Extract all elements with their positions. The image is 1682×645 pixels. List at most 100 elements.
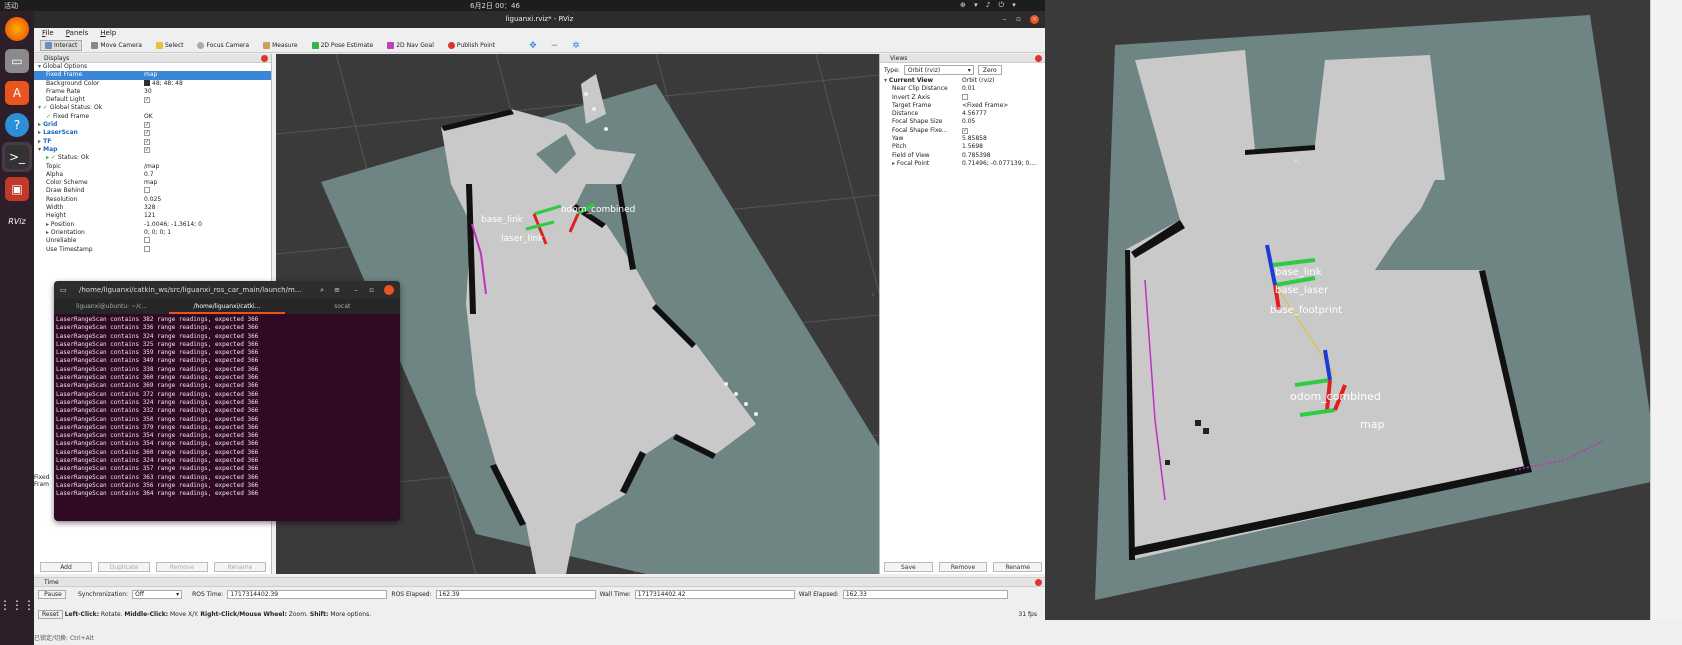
display-property-row-value[interactable]: ✓ <box>144 96 150 104</box>
reset-button[interactable]: Reset <box>38 610 63 619</box>
clock[interactable]: 6月2日 00：46 <box>470 1 520 11</box>
sync-select[interactable]: Off ▾ <box>132 590 183 599</box>
view-property-row[interactable]: ▾ Current View Orbit (rviz) <box>880 77 1045 85</box>
terminal-tab-active[interactable]: /home/liguanxi/catki... <box>169 299 285 314</box>
display-property-row-value[interactable]: 48; 48; 48 <box>144 80 183 88</box>
hamburger-icon[interactable]: ≡ <box>334 281 340 299</box>
rviz-icon[interactable]: RViz <box>5 209 29 233</box>
activities-button[interactable]: 活动 <box>4 1 18 11</box>
terminal-window[interactable]: ▭ /home/liguanxi/catkin_ws/src/liguanxi_… <box>54 281 400 521</box>
view-property-row[interactable]: Distance 4.56777 <box>880 110 1045 118</box>
terminal-menu-icon[interactable]: ▭ <box>60 281 67 299</box>
display-property-row-value[interactable]: map <box>144 179 157 187</box>
view-property-row-value[interactable]: 0.05 <box>962 118 975 126</box>
display-property-row-value[interactable]: ✓ <box>144 129 150 137</box>
close-icon[interactable] <box>1035 55 1042 62</box>
checkbox[interactable]: ✓ <box>962 127 968 134</box>
displays-tree[interactable]: ▾ Global Options Fixed Frame map Background… <box>34 63 271 254</box>
menu-help[interactable]: Help <box>100 28 116 39</box>
display-property-row[interactable]: ▾ Map ✓ <box>34 146 271 154</box>
view-property-row[interactable]: Target Frame <Fixed Frame> <box>880 102 1045 110</box>
display-property-row[interactable]: ▸ Position -1.0046; -1.3614; 0 <box>34 221 271 229</box>
tool-options-icon[interactable]: ✲ <box>567 39 585 53</box>
add-button[interactable]: Add <box>40 562 92 572</box>
view-property-row-value[interactable]: 1.5698 <box>962 143 983 151</box>
minimize-icon[interactable]: – <box>355 281 359 299</box>
display-property-row-value[interactable]: ✓ <box>144 138 150 146</box>
display-property-row[interactable]: Use Timestamp <box>34 245 271 255</box>
display-property-row-value[interactable]: map <box>144 71 157 79</box>
checkbox[interactable]: ✓ <box>144 97 150 104</box>
terminal-output[interactable]: LaserRangeScan contains 382 range readin… <box>54 314 400 501</box>
apps-grid-icon[interactable]: ⋮⋮⋮ <box>0 593 35 617</box>
display-property-row[interactable]: ▸ Grid ✓ <box>34 121 271 129</box>
splitter-handle[interactable]: ▸ <box>872 291 878 303</box>
pause-button[interactable]: Pause <box>38 590 66 599</box>
terminal-tab[interactable]: liguanxi@ubuntu: ~/c... <box>54 299 169 314</box>
display-property-row-value[interactable]: ✓ <box>144 146 150 154</box>
view-type-select[interactable]: Orbit (rviz) ▾ <box>903 65 974 75</box>
view-property-row-value[interactable]: Orbit (rviz) <box>962 77 994 85</box>
display-property-row[interactable]: Background Color 48; 48; 48 <box>34 80 271 88</box>
checkbox[interactable]: ✓ <box>144 122 150 129</box>
display-property-row[interactable]: Frame Rate 30 <box>34 88 271 96</box>
view-property-row-value[interactable]: 0.785398 <box>962 152 991 160</box>
maximize-icon[interactable]: ▫ <box>369 281 374 299</box>
files-icon[interactable]: ▭ <box>5 49 29 73</box>
display-property-row[interactable]: ▾ Global Options <box>34 63 271 71</box>
remove-tool-icon[interactable]: − <box>546 39 564 53</box>
checkbox[interactable] <box>962 93 968 100</box>
menu-file[interactable]: File <box>42 28 54 39</box>
view-property-row[interactable]: ▸ Focal Point 0.71496; -0.077139; 0.... <box>880 160 1045 168</box>
display-property-row-value[interactable]: 328 <box>144 204 155 212</box>
display-property-row[interactable]: Resolution 0.025 <box>34 196 271 204</box>
display-property-row-value[interactable]: 0.025 <box>144 196 161 204</box>
tool-2d-nav-goal[interactable]: 2D Nav Goal <box>382 40 439 51</box>
display-property-row[interactable]: Topic/map <box>34 163 271 171</box>
checkbox[interactable] <box>144 187 150 194</box>
display-property-row[interactable]: ▸ TF ✓ <box>34 138 271 146</box>
display-property-row-value[interactable] <box>144 245 150 255</box>
display-property-row-value[interactable]: OK <box>144 113 153 121</box>
terminal-icon[interactable]: >_ <box>5 145 29 169</box>
view-property-row[interactable]: Near Clip Distance 0.01 <box>880 85 1045 93</box>
view-property-row[interactable]: Focal Shape Size 0.05 <box>880 118 1045 126</box>
view-property-row[interactable]: Field of View 0.785398 <box>880 152 1045 160</box>
display-property-row-value[interactable]: 121 <box>144 212 155 220</box>
display-property-row[interactable]: ▸ LaserScan ✓ <box>34 129 271 137</box>
checkbox[interactable]: ✓ <box>144 130 150 137</box>
tool-publish-point[interactable]: Publish Point <box>443 40 500 51</box>
menu-panels[interactable]: Panels <box>66 28 89 39</box>
terminal-tab[interactable]: socat <box>285 299 400 314</box>
close-icon[interactable] <box>384 285 394 295</box>
checkbox[interactable] <box>144 237 150 244</box>
app-icon[interactable]: ▣ <box>5 177 29 201</box>
view-property-row[interactable]: Yaw 5.85858 <box>880 135 1045 143</box>
display-property-row-value[interactable]: /map <box>144 163 159 171</box>
close-icon[interactable] <box>261 55 268 62</box>
zero-button[interactable]: Zero <box>977 65 1002 75</box>
display-property-row[interactable]: Unreliable <box>34 237 271 245</box>
remove-view-button[interactable]: Remove <box>938 562 988 572</box>
display-property-row[interactable]: Color Scheme map <box>34 179 271 187</box>
view-property-row[interactable]: Focal Shape Fixe... ✓ <box>880 127 1045 135</box>
view-property-row[interactable]: Pitch 1.5698 <box>880 143 1045 151</box>
view-property-row-value[interactable]: ✓ <box>962 127 968 135</box>
display-property-row-value[interactable]: ✓ <box>144 121 150 129</box>
minimize-icon[interactable]: – <box>1000 15 1009 24</box>
display-property-row-value[interactable]: 30 <box>144 88 152 96</box>
tool-select[interactable]: Select <box>151 40 189 51</box>
display-property-row[interactable]: Alpha 0.7 <box>34 171 271 179</box>
check-icon[interactable]: ▾ ✓ <box>38 104 50 111</box>
display-property-row[interactable]: ▸ Orientation 0; 0; 0; 1 <box>34 229 271 237</box>
display-property-row[interactable]: ▸ ✓ Status: Ok <box>34 154 271 162</box>
search-icon[interactable]: ⌕ <box>320 281 324 299</box>
close-icon[interactable] <box>1035 579 1042 586</box>
view-property-row-value[interactable]: 4.56777 <box>962 110 987 118</box>
display-property-row[interactable]: ✓ Fixed Frame OK <box>34 113 271 121</box>
add-tool-icon[interactable]: ✥ <box>524 39 542 53</box>
tool-focus-camera[interactable]: Focus Camera <box>192 40 254 51</box>
display-property-row[interactable]: Width 328 <box>34 204 271 212</box>
display-property-row[interactable]: ▾ ✓ Global Status: Ok <box>34 104 271 112</box>
display-property-row[interactable]: Fixed Frame map <box>34 71 271 80</box>
